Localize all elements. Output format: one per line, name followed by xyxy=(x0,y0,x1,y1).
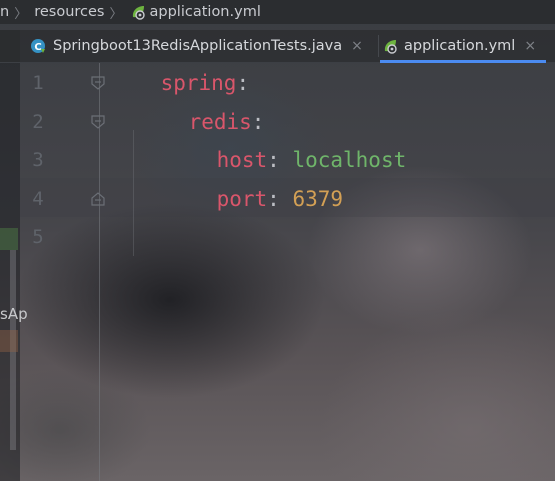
yaml-key: port xyxy=(216,187,268,211)
code-line[interactable]: 1 spring: xyxy=(20,64,555,102)
spring-yml-icon xyxy=(384,40,397,54)
line-number: 4 xyxy=(32,188,44,210)
breadcrumb: n 〉 resources 〉 application.yml xyxy=(0,0,555,24)
fold-marker-icon[interactable] xyxy=(90,114,106,130)
tab-divider xyxy=(378,35,379,57)
code-line[interactable]: 4 port: 6379 xyxy=(20,180,555,218)
tab-label: application.yml xyxy=(404,38,516,54)
breadcrumb-item-file[interactable]: application.yml xyxy=(130,4,261,20)
breadcrumb-file-label: application.yml xyxy=(149,4,261,20)
line-number: 3 xyxy=(32,149,44,171)
breadcrumb-separator-icon: 〉 xyxy=(14,6,28,22)
fold-marker-icon[interactable] xyxy=(90,75,106,91)
line-number: 5 xyxy=(32,226,44,248)
close-icon[interactable]: × xyxy=(524,38,536,54)
spring-yml-icon xyxy=(132,6,145,20)
line-number: 2 xyxy=(32,111,44,133)
active-tab-indicator xyxy=(380,60,547,63)
code-line[interactable]: 5 xyxy=(20,218,555,256)
close-icon[interactable]: × xyxy=(351,38,363,54)
side-panel-marker xyxy=(0,330,18,352)
side-panel-partial-text: sAp xyxy=(0,305,28,323)
breadcrumb-item-resources[interactable]: resources xyxy=(34,4,104,20)
tab-application-yml[interactable]: application.yml × xyxy=(380,30,547,63)
yaml-colon: : xyxy=(267,187,293,211)
editor-tab-bar: C Springboot13RedisApplicationTests.java… xyxy=(0,30,555,63)
yaml-number-value: 6379 xyxy=(292,187,344,211)
breadcrumb-separator-icon: 〉 xyxy=(109,6,123,22)
line-number: 1 xyxy=(32,72,44,94)
breadcrumb-item-partial[interactable]: n xyxy=(0,4,9,20)
java-test-class-icon: C xyxy=(31,39,45,53)
fold-end-marker-icon[interactable] xyxy=(90,191,106,207)
side-panel-highlight xyxy=(0,228,18,250)
svg-text:C: C xyxy=(34,42,41,53)
